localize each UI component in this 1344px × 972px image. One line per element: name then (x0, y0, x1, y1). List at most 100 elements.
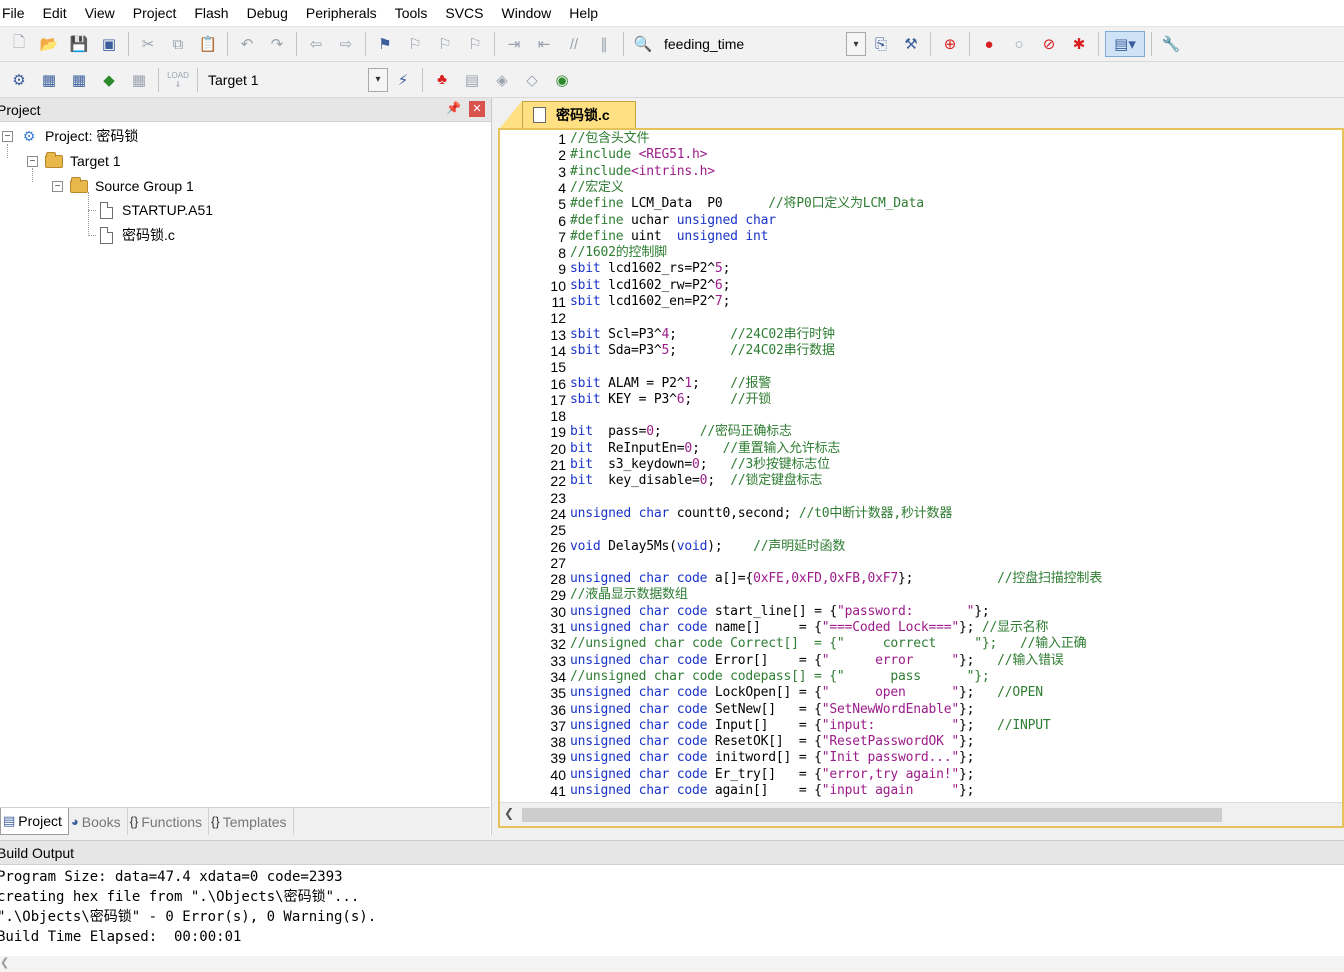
download-icon[interactable]: LOAD ⇓ (165, 67, 191, 93)
enable-breakpoint-icon[interactable]: ○ (1006, 31, 1032, 57)
code-line[interactable]: 26 void Delay5Ms(void); //声明延时函数 (500, 539, 845, 555)
code-line[interactable]: 20 bit ReInputEn=0; //重置输入允许标志 (500, 441, 840, 457)
paste-icon[interactable]: 📋 (195, 31, 221, 57)
tab-functions[interactable]: {} Functions (128, 808, 210, 835)
code-line[interactable]: 8//1602的控制脚 (500, 245, 667, 261)
tree-item-source-group[interactable]: − Source Group 1 (52, 174, 194, 198)
code-line[interactable]: 28 unsigned char code a[]={0xFE,0xFD,0xFB… (500, 571, 1102, 587)
code-line[interactable]: 36 unsigned char code SetNew[] = {"SetNew… (500, 702, 974, 718)
collapse-icon[interactable]: − (27, 155, 38, 167)
code-line[interactable]: 3 #include<intrins.h> (500, 164, 715, 180)
code-line[interactable]: 41 unsigned char code again[] = {"input a… (500, 783, 974, 799)
code-lines[interactable]: 1//包含头文件 2 #include <REG51.h> 3 #include<int… (500, 130, 1342, 802)
code-line[interactable]: 7 #define uint unsigned int (500, 229, 768, 245)
target-options-icon[interactable]: ⚡ (390, 67, 416, 93)
code-line[interactable]: 6 #define uchar unsigned char (500, 213, 776, 229)
code-line[interactable]: 34//unsigned char code codepass[] = {" p… (500, 669, 989, 685)
code-line[interactable]: 23 (500, 490, 570, 506)
run-time-environment-icon[interactable]: ◉ (549, 67, 575, 93)
batch-build-icon[interactable]: ◆ (96, 67, 122, 93)
collapse-icon[interactable]: − (52, 180, 63, 192)
window-layout-icon[interactable]: ▤▾ (1105, 31, 1145, 57)
pin-icon[interactable]: 📌 (446, 101, 461, 115)
tree-item-project[interactable]: − ⚙ Project: 密码锁 (2, 124, 138, 148)
pack-installer-icon[interactable]: ◇ (519, 67, 545, 93)
kill-breakpoints-icon[interactable]: ✱ (1066, 31, 1092, 57)
unindent-icon[interactable]: ⇤ (531, 31, 557, 57)
manage-project-items-icon[interactable]: ♣ (429, 67, 455, 93)
comment-icon[interactable]: // (561, 31, 587, 57)
scroll-left-icon[interactable]: ❮ (504, 806, 514, 820)
prev-bookmark-icon[interactable]: ⚐ (402, 31, 428, 57)
code-line[interactable]: 17 sbit KEY = P3^6; //开锁 (500, 392, 771, 408)
code-line[interactable]: 10 sbit lcd1602_rw=P2^6; (500, 278, 730, 294)
find-combo-dropdown[interactable]: ▾ (846, 32, 866, 56)
code-line[interactable]: 15 (500, 359, 570, 375)
tree-item-file[interactable]: 密码锁.c (96, 223, 175, 247)
incremental-find-icon[interactable]: ⚒ (898, 31, 924, 57)
code-line[interactable]: 5 #define LCM_Data P0 //将P0口定义为LCM_Data (500, 196, 924, 212)
tree-item-target[interactable]: − Target 1 (27, 149, 121, 173)
scrollbar-thumb[interactable] (522, 808, 1222, 822)
menu-debug[interactable]: Debug (238, 0, 297, 26)
build-icon[interactable]: ▦ (36, 67, 62, 93)
uncomment-icon[interactable]: ∥ (591, 31, 617, 57)
undo-icon[interactable]: ↶ (234, 31, 260, 57)
menu-flash[interactable]: Flash (185, 0, 237, 26)
code-line[interactable]: 14 sbit Sda=P3^5; //24C02串行数据 (500, 343, 835, 359)
tab-templates[interactable]: {} Templates (209, 808, 294, 835)
code-line[interactable]: 11 sbit lcd1602_en=P2^7; (500, 294, 730, 310)
code-line[interactable]: 12 (500, 310, 570, 326)
code-line[interactable]: 29//液晶显示数据数组 (500, 587, 687, 603)
save-icon[interactable]: 💾 (66, 31, 92, 57)
code-editor[interactable]: 1//包含头文件 2 #include <REG51.h> 3 #include<int… (498, 128, 1344, 828)
bookmark-icon[interactable]: ⚑ (372, 31, 398, 57)
open-file-icon[interactable]: 📂 (36, 31, 62, 57)
find-icon[interactable]: ⎘ (868, 31, 894, 57)
menu-edit[interactable]: Edit (34, 0, 76, 26)
code-line[interactable]: 19 bit pass=0; //密码正确标志 (500, 424, 792, 440)
menu-project[interactable]: Project (124, 0, 186, 26)
code-line[interactable]: 1 //包含头文件 (500, 131, 649, 147)
find-in-files-icon[interactable]: 🔍 (630, 31, 656, 57)
redo-icon[interactable]: ↷ (264, 31, 290, 57)
code-line[interactable]: 22 bit key_disable=0; //锁定键盘标志 (500, 473, 822, 489)
code-line[interactable]: 9 sbit lcd1602_rs=P2^5; (500, 261, 730, 277)
code-line[interactable]: 27 (500, 555, 570, 571)
copy-icon[interactable]: ⧉ (165, 31, 191, 57)
code-line[interactable]: 25 (500, 522, 570, 538)
code-line[interactable]: 31 unsigned char code name[] = {"===Coded… (500, 620, 1048, 636)
code-line[interactable]: 37 unsigned char code Input[] = {"input: … (500, 718, 1050, 734)
new-file-icon[interactable]: 🗋 (6, 31, 32, 57)
target-combo-dropdown[interactable]: ▾ (368, 67, 388, 92)
code-line[interactable]: 21 bit s3_keydown=0; //3秒按键标志位 (500, 457, 830, 473)
translate-icon[interactable]: ⚙ (6, 67, 32, 93)
code-line[interactable]: 38 unsigned char code ResetOK[] = {"Reset… (500, 734, 974, 750)
code-line[interactable]: 32//unsigned char code Correct[] = {" co… (500, 636, 1086, 652)
indent-icon[interactable]: ⇥ (501, 31, 527, 57)
disable-breakpoints-icon[interactable]: ⊘ (1036, 31, 1062, 57)
cut-icon[interactable]: ✂ (135, 31, 161, 57)
code-line[interactable]: 30 unsigned char code start_line[] = {"pa… (500, 604, 989, 620)
menu-peripherals[interactable]: Peripherals (297, 0, 386, 26)
code-line[interactable]: 2 #include <REG51.h> (500, 147, 707, 163)
menu-help[interactable]: Help (560, 0, 607, 26)
editor-tab-active[interactable]: 密码锁.c (522, 101, 636, 128)
select-software-packs-icon[interactable]: ◈ (489, 67, 515, 93)
scroll-left-icon[interactable]: ❮ (0, 956, 9, 969)
rebuild-icon[interactable]: ▦ (66, 67, 92, 93)
menu-file[interactable]: File (0, 0, 34, 26)
code-line[interactable]: 16 sbit ALAM = P2^1; //报警 (500, 376, 771, 392)
navigate-back-icon[interactable]: ⇦ (303, 31, 329, 57)
code-line[interactable]: 4//宏定义 (500, 180, 624, 196)
horizontal-scrollbar[interactable]: ❮ (500, 802, 1342, 826)
navigate-forward-icon[interactable]: ⇨ (333, 31, 359, 57)
code-line[interactable]: 39 unsigned char code initword[] = {"Init… (500, 750, 974, 766)
code-line[interactable]: 40 unsigned char code Er_try[] = {"error,… (500, 767, 974, 783)
menu-svcs[interactable]: SVCS (436, 0, 492, 26)
insert-breakpoint-icon[interactable]: ● (976, 31, 1002, 57)
tab-books[interactable]: ◕ Books (69, 808, 128, 835)
code-line[interactable]: 18 (500, 408, 570, 424)
menu-tools[interactable]: Tools (386, 0, 437, 26)
code-line[interactable]: 24 unsigned char countt0,second; //t0中断计数… (500, 506, 952, 522)
